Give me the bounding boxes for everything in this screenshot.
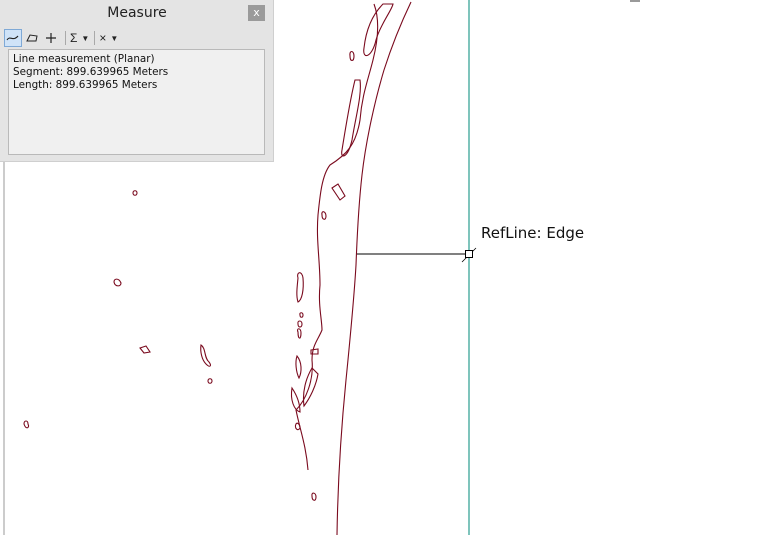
islet-15[interactable] (139, 345, 151, 354)
measure-titlebar[interactable]: Measure x (0, 0, 274, 28)
toolbar-separator (65, 31, 66, 45)
measurement-results: Line measurement (Planar) Segment: 899.6… (8, 49, 265, 155)
sum-icon: Σ (70, 31, 78, 45)
close-button[interactable]: x (248, 5, 265, 21)
islet-14[interactable] (113, 278, 122, 287)
chevron-down-icon: ▼ (81, 33, 90, 43)
islet-11[interactable] (294, 422, 301, 431)
islet-18[interactable] (23, 420, 30, 429)
measure-window-title: Measure (107, 5, 167, 21)
measure-window[interactable]: Measure x Σ ▼ × ▼ Line measurement (Plan… (0, 0, 274, 162)
island-small-bar[interactable] (331, 183, 346, 201)
island-mid[interactable] (341, 79, 361, 157)
islet-6[interactable] (297, 328, 302, 339)
measure-line-icon (6, 35, 19, 41)
top-edge-mark (630, 0, 640, 2)
snap-point-marker[interactable] (465, 250, 473, 258)
islet-8[interactable] (295, 354, 302, 380)
shoreline-polygon[interactable] (295, 1, 412, 535)
measure-line-button[interactable] (4, 29, 22, 47)
island-upper[interactable] (363, 3, 394, 57)
result-segment: Segment: 899.639965 Meters (13, 66, 169, 78)
islet-4[interactable] (299, 312, 304, 318)
measure-area-icon (26, 34, 38, 42)
islet-9[interactable] (302, 367, 319, 408)
chevron-down-icon: ▼ (110, 33, 119, 43)
clear-icon: × (99, 31, 107, 45)
islet-12[interactable] (311, 492, 317, 501)
islet-3[interactable] (296, 272, 304, 303)
islet-16[interactable] (200, 344, 211, 367)
clear-button[interactable]: × ▼ (99, 29, 118, 47)
snap-tooltip-label: RefLine: Edge (481, 224, 585, 242)
sum-button[interactable]: Σ ▼ (70, 29, 89, 47)
islet-17[interactable] (207, 378, 213, 384)
result-length: Length: 899.639965 Meters (13, 79, 158, 91)
islet-13[interactable] (132, 190, 138, 196)
measure-area-button[interactable] (23, 29, 41, 47)
islet-2[interactable] (321, 211, 327, 220)
islet-5[interactable] (297, 320, 303, 328)
measure-feature-icon (46, 33, 56, 43)
toolbar-separator (94, 31, 96, 45)
measure-feature-button[interactable] (42, 29, 60, 47)
islet-10[interactable] (290, 386, 301, 413)
result-measurement-type: Line measurement (Planar) (13, 53, 155, 65)
measure-toolbar: Σ ▼ × ▼ (4, 29, 119, 47)
islet-1[interactable] (349, 50, 355, 62)
